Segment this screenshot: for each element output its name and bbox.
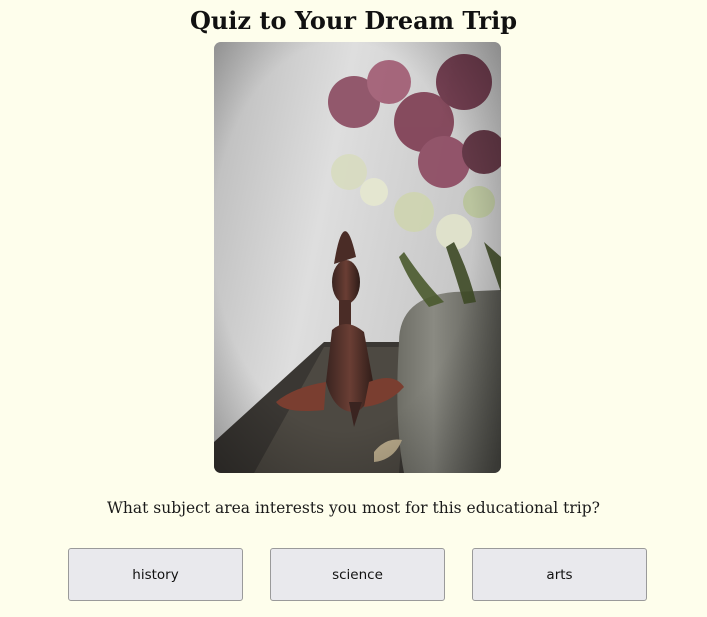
page-title: Quiz to Your Dream Trip	[189, 6, 518, 35]
quiz-question: What subject area interests you most for…	[106, 499, 600, 517]
answer-button-science[interactable]: science	[270, 548, 445, 601]
answer-button-history[interactable]: history	[68, 548, 243, 601]
quiz-photo	[214, 42, 501, 473]
answer-button-arts[interactable]: arts	[472, 548, 647, 601]
